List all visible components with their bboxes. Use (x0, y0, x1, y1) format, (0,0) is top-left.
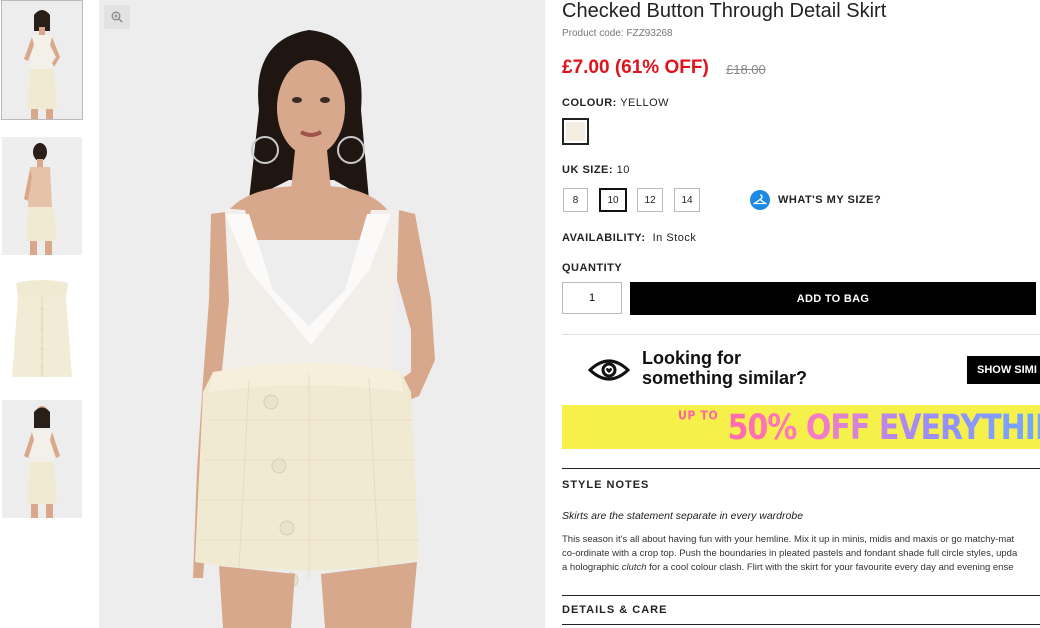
size-label: UK SIZE: (562, 164, 614, 176)
divider (562, 468, 1040, 469)
thumbnail-front[interactable] (1, 0, 83, 120)
quantity-input[interactable] (562, 282, 622, 314)
skirt-flat-thumbnail-image (2, 273, 82, 391)
zoom-button[interactable] (104, 5, 130, 29)
size-label-row: UK SIZE: 10 (562, 164, 630, 176)
similar-heading: Looking for something similar? (642, 348, 808, 388)
colour-label-row: COLOUR: YELLOW (562, 97, 669, 109)
sale-price: £7.00 (61% OFF) (562, 57, 709, 78)
zoom-in-icon (111, 11, 123, 23)
divider (562, 595, 1040, 596)
divider (562, 624, 1040, 625)
sale-banner[interactable]: UP TO 50% OFF EVERYTHING! (562, 405, 1040, 449)
style-notes-body: This season it's all about having fun wi… (562, 534, 1018, 573)
colour-swatch-yellow[interactable] (562, 118, 589, 145)
model-front-2-thumbnail-image (2, 400, 82, 518)
details-care-heading[interactable]: DETAILS & CARE (562, 604, 667, 616)
show-similar-button[interactable]: SHOW SIMI (967, 356, 1040, 384)
whats-my-size-link[interactable]: WHAT'S MY SIZE? (750, 190, 881, 210)
thumbnail-product[interactable] (2, 273, 82, 391)
banner-text: UP TO 50% OFF EVERYTHING! (678, 408, 1040, 448)
size-option-12[interactable]: 12 (637, 188, 663, 212)
size-option-14[interactable]: 14 (674, 188, 700, 212)
thumbnail-front-2[interactable] (2, 400, 82, 518)
size-value: 10 (616, 164, 630, 176)
style-notes-intro: Skirts are the statement separate in eve… (562, 510, 804, 522)
main-product-image[interactable] (99, 0, 545, 628)
colour-value: YELLOW (620, 97, 670, 109)
product-code: Product code: FZZ93268 (562, 28, 673, 39)
original-price: £18.00 (726, 62, 766, 77)
thumbnail-back[interactable] (2, 137, 82, 255)
quantity-label: QUANTITY (562, 262, 623, 274)
hanger-icon (750, 190, 770, 210)
model-photo (99, 0, 545, 628)
availability-label: AVAILABILITY: (562, 232, 646, 244)
style-notes-heading[interactable]: STYLE NOTES (562, 479, 649, 491)
eye-icon (587, 358, 631, 387)
size-option-8[interactable]: 8 (563, 188, 588, 212)
divider (562, 334, 1040, 335)
model-back-thumbnail-image (2, 137, 82, 255)
whats-my-size-label: WHAT'S MY SIZE? (778, 194, 882, 206)
product-title: Checked Button Through Detail Skirt (562, 0, 887, 22)
colour-label: COLOUR: (562, 97, 617, 109)
add-to-bag-button[interactable]: ADD TO BAG (630, 282, 1036, 315)
availability-value: In Stock (652, 232, 697, 244)
availability-row: AVAILABILITY: In Stock (562, 232, 696, 244)
model-front-thumbnail-image (2, 1, 82, 119)
size-option-10[interactable]: 10 (599, 188, 627, 212)
swatch-fill (566, 122, 585, 141)
